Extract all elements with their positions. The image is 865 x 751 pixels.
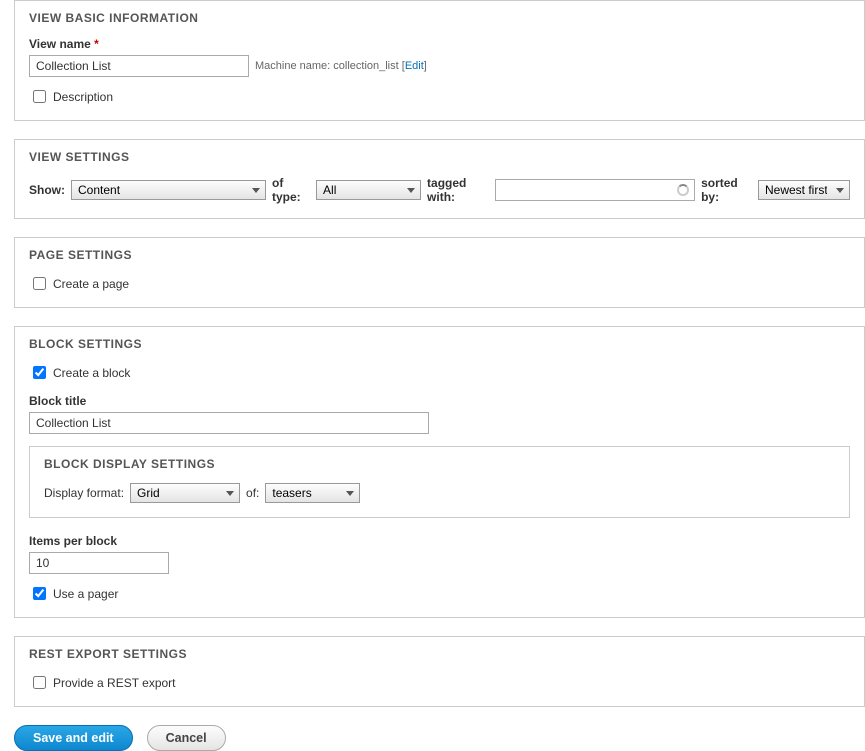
provide-rest-export-label: Provide a REST export (53, 676, 176, 690)
page-settings-fieldset: PAGE SETTINGS Create a page (14, 237, 865, 308)
block-settings-legend: BLOCK SETTINGS (29, 337, 850, 351)
save-and-edit-button[interactable]: Save and edit (14, 725, 133, 751)
description-checkbox[interactable] (33, 90, 46, 103)
sorted-by-label: sorted by: (701, 176, 752, 204)
create-block-label: Create a block (53, 366, 130, 380)
view-name-label-text: View name (29, 37, 91, 51)
display-format-select[interactable]: Grid (130, 483, 240, 503)
display-of-label: of: (246, 486, 259, 500)
items-per-block-input[interactable] (29, 552, 169, 574)
block-display-legend: BLOCK DISPLAY SETTINGS (44, 457, 835, 471)
view-settings-legend: VIEW SETTINGS (29, 150, 850, 164)
cancel-button[interactable]: Cancel (147, 725, 226, 751)
machine-name-edit-link[interactable]: Edit (405, 60, 424, 72)
provide-rest-export-checkbox[interactable] (33, 676, 46, 689)
use-pager-checkbox[interactable] (33, 587, 46, 600)
basic-information-fieldset: VIEW BASIC INFORMATION View name * Machi… (14, 0, 865, 121)
loading-icon (677, 184, 689, 196)
description-label: Description (53, 90, 113, 104)
view-name-label: View name * (29, 37, 850, 51)
basic-legend: VIEW BASIC INFORMATION (29, 11, 850, 25)
show-label: Show: (29, 183, 65, 197)
block-title-input[interactable] (29, 412, 429, 434)
display-of-select[interactable]: teasers (265, 483, 360, 503)
form-actions: Save and edit Cancel (14, 725, 865, 751)
block-title-label: Block title (29, 394, 850, 408)
of-type-label: of type: (272, 176, 310, 204)
of-type-select[interactable]: All (316, 180, 421, 200)
create-page-label: Create a page (53, 277, 129, 291)
machine-name-text: Machine name: collection_list [Edit] (255, 60, 427, 72)
view-name-input[interactable] (29, 55, 249, 77)
use-pager-label: Use a pager (53, 587, 118, 601)
tagged-with-input[interactable] (495, 179, 695, 201)
page-settings-legend: PAGE SETTINGS (29, 248, 850, 262)
items-per-block-label: Items per block (29, 534, 850, 548)
create-page-checkbox[interactable] (33, 277, 46, 290)
tagged-with-label: tagged with: (427, 176, 489, 204)
show-select[interactable]: Content (71, 180, 266, 200)
display-format-label: Display format: (44, 486, 124, 500)
view-settings-fieldset: VIEW SETTINGS Show: Content of type: All… (14, 139, 865, 219)
block-settings-fieldset: BLOCK SETTINGS Create a block Block titl… (14, 326, 865, 618)
block-display-settings-fieldset: BLOCK DISPLAY SETTINGS Display format: G… (29, 446, 850, 518)
rest-export-legend: REST EXPORT SETTINGS (29, 647, 850, 661)
sorted-by-select[interactable]: Newest first (758, 180, 850, 200)
rest-export-fieldset: REST EXPORT SETTINGS Provide a REST expo… (14, 636, 865, 707)
create-block-checkbox[interactable] (33, 366, 46, 379)
required-star-icon: * (94, 37, 99, 51)
